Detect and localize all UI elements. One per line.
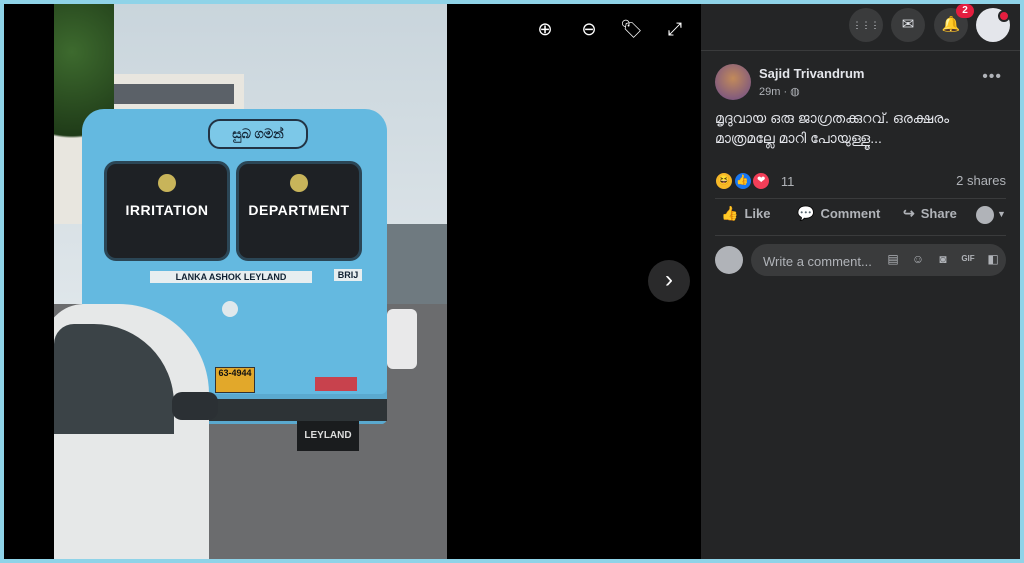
like-icon: 👍 <box>721 205 739 221</box>
share-label: Share <box>920 206 957 221</box>
divider <box>715 198 1006 199</box>
emoji-icon[interactable]: ☺ <box>910 251 926 267</box>
post-text: മൃദുവായ ഒരു ജാഗ്രതക്കുറവ്. ഒരക്ഷരം മാത്ര… <box>715 110 950 146</box>
photo-viewer: සුබ ගමන් IRRITATION DEPARTMENT LANKA ASH… <box>4 4 1020 559</box>
car-right <box>387 309 417 369</box>
like-reaction-icon: 👍 <box>733 172 752 190</box>
comment-label: Comment <box>820 206 881 221</box>
author-name[interactable]: Sajid Trivandrum <box>759 66 864 81</box>
author-avatar[interactable] <box>715 64 751 100</box>
post-panel: ⋮⋮⋮ ✉ 🔔 2 Sajid Trivandrum 29m · ◍ ••• മ… <box>701 4 1020 559</box>
post-time[interactable]: 29m · ◍ <box>759 85 800 98</box>
car-left <box>54 304 218 559</box>
sticker-icon[interactable]: ◧ <box>985 251 1001 267</box>
maker-plate: LANKA ASHOK LEYLAND <box>150 271 312 283</box>
car-mirror <box>172 392 218 420</box>
commenter-avatar <box>715 246 743 274</box>
share-button[interactable]: ↪ Share <box>903 205 957 222</box>
mudflap: LEYLAND <box>297 421 359 451</box>
haha-reaction-icon: 😆 <box>715 172 733 190</box>
brand-tag: BRIJ <box>334 269 362 281</box>
tail-light <box>315 377 357 391</box>
next-photo-button[interactable]: › <box>648 260 690 302</box>
notifications-badge: 2 <box>956 4 974 18</box>
menu-icon[interactable]: ⋮⋮⋮ <box>849 8 883 42</box>
more-options-icon[interactable]: ••• <box>982 68 1002 86</box>
bus-window-left: IRRITATION <box>104 161 230 261</box>
reactions-bar[interactable]: 😆 👍 ❤ 11 2 shares <box>715 172 1006 192</box>
love-reaction-icon: ❤ <box>752 172 771 190</box>
tag-icon[interactable]: 🏷 <box>620 18 643 40</box>
notifications-button[interactable]: 🔔 2 <box>934 4 974 42</box>
like-label: Like <box>744 206 771 221</box>
chevron-down-icon: ▼ <box>997 209 1006 219</box>
post-photo[interactable]: සුබ ගමන් IRRITATION DEPARTMENT LANKA ASH… <box>54 4 447 559</box>
zoom-in-icon[interactable]: ⊕ <box>534 18 556 40</box>
messenger-icon[interactable]: ✉ <box>891 8 925 42</box>
selector-avatar <box>976 206 994 224</box>
comment-box[interactable]: ▤ ☺ ◙ GIF ◧ <box>751 244 1006 276</box>
bus-window-right: DEPARTMENT <box>236 161 362 261</box>
share-icon: ↪ <box>903 205 915 221</box>
like-button[interactable]: 👍 Like <box>721 205 770 222</box>
comment-button[interactable]: 💬 Comment <box>797 205 880 222</box>
top-bar: ⋮⋮⋮ ✉ 🔔 2 <box>701 4 1020 51</box>
gif-icon[interactable]: GIF <box>960 251 976 267</box>
camera-icon[interactable]: ◙ <box>935 251 951 267</box>
account-avatar[interactable] <box>976 8 1010 42</box>
car-glass <box>54 324 174 434</box>
post-header: Sajid Trivandrum 29m · ◍ ••• <box>715 64 1006 104</box>
status-dot <box>998 10 1010 22</box>
profile-selector[interactable]: ▼ <box>976 205 1006 225</box>
window-right-text: DEPARTMENT <box>248 202 350 218</box>
bus-top-sign: සුබ ගමන් <box>208 119 308 149</box>
divider <box>715 235 1006 236</box>
comment-icon: 💬 <box>797 205 815 221</box>
shares-count[interactable]: 2 shares <box>956 173 1006 188</box>
comment-composer: ▤ ☺ ◙ GIF ◧ <box>715 244 1006 276</box>
license-plate: 63-4944 <box>215 367 255 393</box>
comment-input[interactable] <box>761 250 885 272</box>
emblem-icon <box>158 174 176 192</box>
window-left-text: IRRITATION <box>125 202 209 218</box>
post-actions: 👍 Like 💬 Comment ↪ Share ▼ <box>715 201 1006 231</box>
zoom-out-icon[interactable]: ⊖ <box>578 18 600 40</box>
fullscreen-icon[interactable]: ⤢ <box>664 18 686 40</box>
sticker-avatar-icon[interactable]: ▤ <box>885 251 901 267</box>
reaction-count[interactable]: 11 <box>781 174 795 189</box>
bus-logo-icon <box>222 301 238 317</box>
emblem-icon <box>290 174 308 192</box>
bell-icon: 🔔 <box>941 16 961 33</box>
